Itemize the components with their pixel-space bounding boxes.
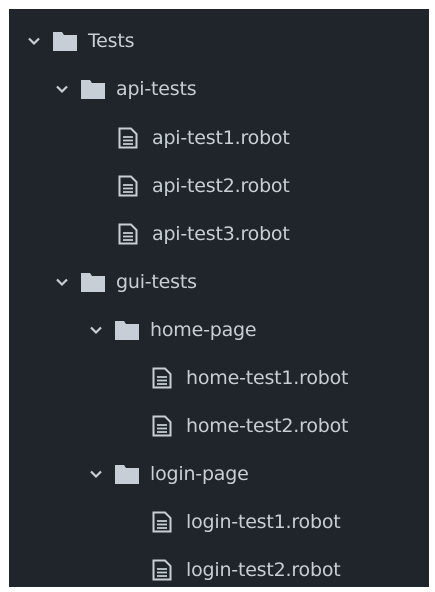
chevron-down-icon[interactable]: [89, 323, 103, 337]
tree-file-label: api-test3.robot: [152, 223, 290, 245]
file-icon: [152, 511, 172, 533]
chevron-down-icon[interactable]: [89, 467, 103, 481]
tree-file-label: api-test1.robot: [152, 127, 290, 149]
tree-folder-label: home-page: [150, 319, 257, 341]
file-icon: [152, 559, 172, 581]
folder-icon: [53, 31, 77, 51]
tree-file-item[interactable]: home-test2.robot: [9, 408, 429, 444]
tree-folder-label: api-tests: [116, 78, 197, 100]
tree-folder-login-page[interactable]: login-page: [9, 456, 429, 492]
chevron-down-icon[interactable]: [27, 34, 41, 48]
folder-icon: [81, 79, 105, 99]
chevron-down-icon[interactable]: [55, 275, 69, 289]
tree-file-label: login-test2.robot: [186, 559, 341, 581]
file-icon: [152, 367, 172, 389]
chevron-down-icon[interactable]: [55, 82, 69, 96]
tree-folder-label: login-page: [150, 463, 249, 485]
tree-folder-home-page[interactable]: home-page: [9, 312, 429, 348]
tree-file-label: login-test1.robot: [186, 511, 341, 533]
tree-folder-label: Tests: [88, 30, 135, 52]
tree-file-item[interactable]: login-test1.robot: [9, 504, 429, 540]
tree-folder-tests[interactable]: Tests: [9, 23, 429, 59]
tree-file-label: api-test2.robot: [152, 175, 290, 197]
tree-folder-label: gui-tests: [116, 271, 197, 293]
file-tree-panel: Tests api-tests api-test1.robot api-test…: [9, 9, 429, 587]
tree-file-item[interactable]: login-test2.robot: [9, 552, 429, 587]
folder-icon: [115, 464, 139, 484]
file-icon: [118, 175, 138, 197]
file-icon: [152, 415, 172, 437]
tree-file-item[interactable]: api-test3.robot: [9, 216, 429, 252]
tree-folder-gui-tests[interactable]: gui-tests: [9, 264, 429, 300]
tree-file-label: home-test1.robot: [186, 367, 349, 389]
tree-file-item[interactable]: api-test2.robot: [9, 168, 429, 204]
tree-folder-api-tests[interactable]: api-tests: [9, 71, 429, 107]
tree-file-item[interactable]: api-test1.robot: [9, 120, 429, 156]
tree-file-item[interactable]: home-test1.robot: [9, 360, 429, 396]
file-icon: [118, 127, 138, 149]
file-icon: [118, 223, 138, 245]
tree-file-label: home-test2.robot: [186, 415, 349, 437]
folder-icon: [81, 272, 105, 292]
folder-icon: [115, 320, 139, 340]
